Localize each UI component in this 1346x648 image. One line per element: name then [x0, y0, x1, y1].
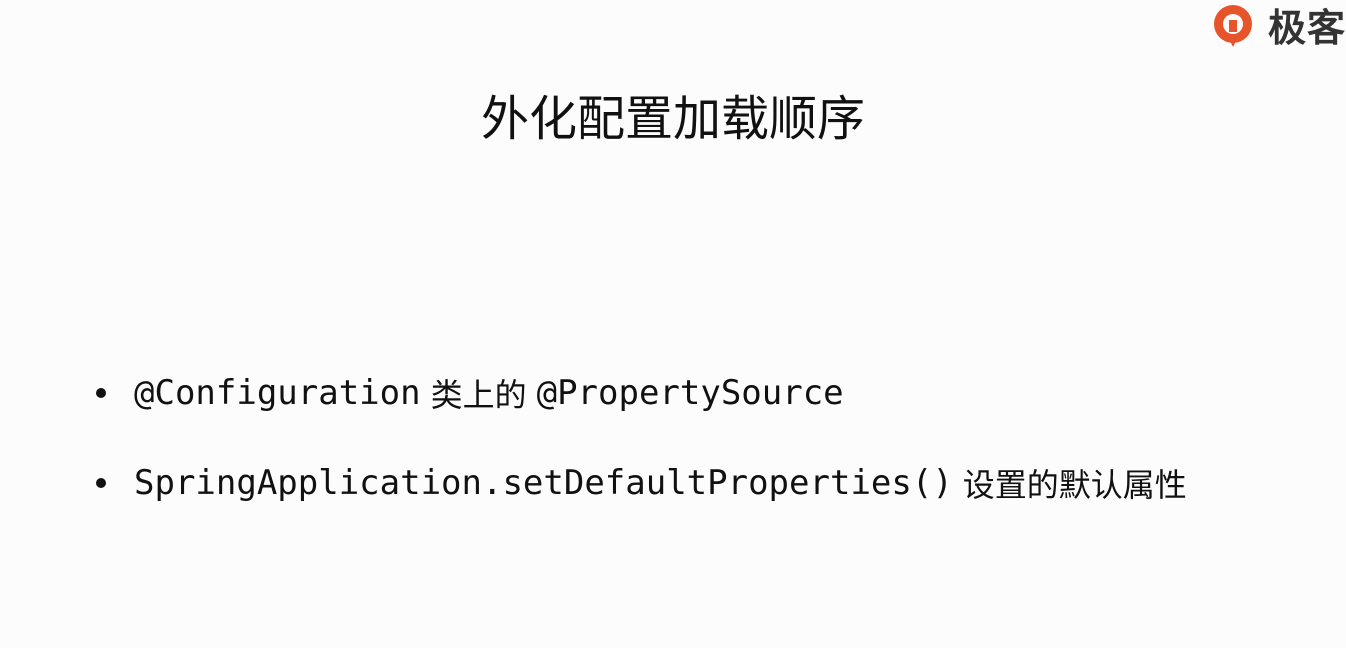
- geekbang-logo-icon: [1214, 5, 1252, 47]
- bullet-code: @Configuration: [134, 373, 421, 413]
- bullet-item: @Configuration 类上的 @PropertySource: [96, 370, 1197, 416]
- bullet-text: 类上的: [430, 376, 527, 414]
- bullet-item: SpringApplication.setDefaultProperties()…: [96, 460, 1197, 506]
- bullet-text: 设置的默认属性: [962, 466, 1187, 504]
- brand-logo: 极客: [1208, 0, 1346, 56]
- slide-title: 外化配置加载顺序: [480, 91, 865, 147]
- bullet-dot-icon: [96, 388, 106, 398]
- logo-text: 极客: [1268, 6, 1346, 50]
- bullet-code: @PropertySource: [536, 373, 844, 413]
- bullet-code: SpringApplication.setDefaultProperties(): [134, 463, 953, 503]
- bullet-list: @Configuration 类上的 @PropertySource Sprin…: [96, 370, 1197, 550]
- slide: 极客 外化配置加载顺序 @Configuration 类上的 @Property…: [0, 0, 1346, 648]
- bullet-dot-icon: [96, 478, 106, 488]
